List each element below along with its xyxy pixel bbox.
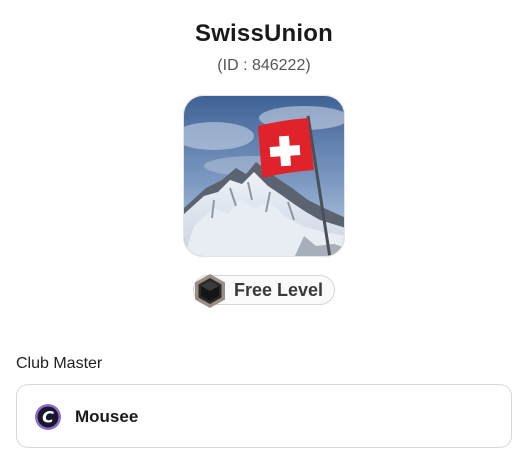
letter-c-avatar-icon: C bbox=[34, 403, 62, 431]
club-name: SwissUnion bbox=[194, 20, 334, 47]
hexagon-level-icon bbox=[193, 273, 227, 309]
level-label: Free Level bbox=[234, 280, 324, 300]
svg-text:C: C bbox=[42, 408, 54, 427]
club-master-card[interactable]: C Mousee bbox=[16, 384, 512, 448]
club-master-name: Mousee bbox=[75, 407, 139, 426]
club-id: (ID : 846222) bbox=[217, 57, 311, 74]
level-badge: Free Level bbox=[193, 274, 335, 308]
club-profile: SwissUnion (ID : 846222) Free Level Club… bbox=[0, 0, 528, 463]
club-image bbox=[183, 95, 345, 257]
club-master-heading: Club Master bbox=[16, 355, 103, 372]
